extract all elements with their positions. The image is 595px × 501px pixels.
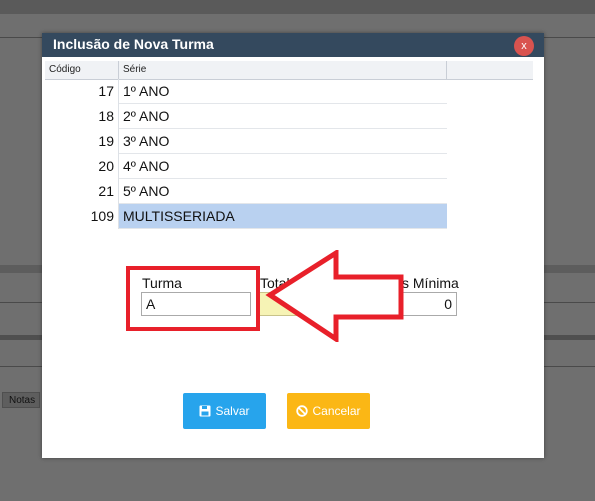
cell-code: 17 (45, 79, 119, 104)
close-button[interactable]: x (514, 36, 534, 56)
new-class-dialog: Inclusão de Nova Turma x Código Série 17… (42, 33, 544, 458)
table-row[interactable]: 19 3º ANO (45, 129, 447, 154)
save-button[interactable]: Salvar (183, 393, 266, 429)
series-grid: Código Série 17 1º ANO 18 2º ANO 19 3º A… (45, 61, 533, 233)
table-row[interactable]: 17 1º ANO (45, 79, 447, 104)
dialog-header: Inclusão de Nova Turma x (42, 33, 544, 57)
cancel-button[interactable]: Cancelar (287, 393, 370, 429)
cell-code: 19 (45, 129, 119, 154)
cell-code: 18 (45, 104, 119, 129)
background-tab-notas[interactable]: Notas (2, 392, 40, 408)
column-header-serie[interactable]: Série (119, 61, 447, 79)
table-row-selected[interactable]: 109 MULTISSERIADA (45, 204, 447, 229)
table-row[interactable]: 21 5º ANO (45, 179, 447, 204)
background-topbar (0, 0, 595, 14)
annotation-highlight-box (126, 266, 260, 331)
cell-serie: 1º ANO (119, 79, 447, 104)
annotation-arrow-icon (265, 250, 404, 342)
cell-serie: 3º ANO (119, 129, 447, 154)
column-header-codigo[interactable]: Código (45, 61, 119, 79)
table-row[interactable]: 20 4º ANO (45, 154, 447, 179)
floppy-disk-icon (199, 405, 211, 417)
save-button-label: Salvar (215, 404, 250, 418)
cell-serie: 2º ANO (119, 104, 447, 129)
ban-icon (296, 405, 309, 417)
cell-code: 20 (45, 154, 119, 179)
cell-serie: MULTISSERIADA (119, 204, 447, 229)
grid-header: Código Série (45, 61, 533, 80)
cell-code: 21 (45, 179, 119, 204)
minima-label: s Mínima (402, 275, 459, 291)
cell-code: 109 (45, 204, 119, 229)
grid-body: 17 1º ANO 18 2º ANO 19 3º ANO 20 4º ANO … (45, 79, 447, 229)
cell-serie: 4º ANO (119, 154, 447, 179)
table-row[interactable]: 18 2º ANO (45, 104, 447, 129)
cell-serie: 5º ANO (119, 179, 447, 204)
column-header-filler (447, 61, 533, 79)
cancel-button-label: Cancelar (312, 404, 361, 418)
dialog-title: Inclusão de Nova Turma (53, 36, 214, 52)
